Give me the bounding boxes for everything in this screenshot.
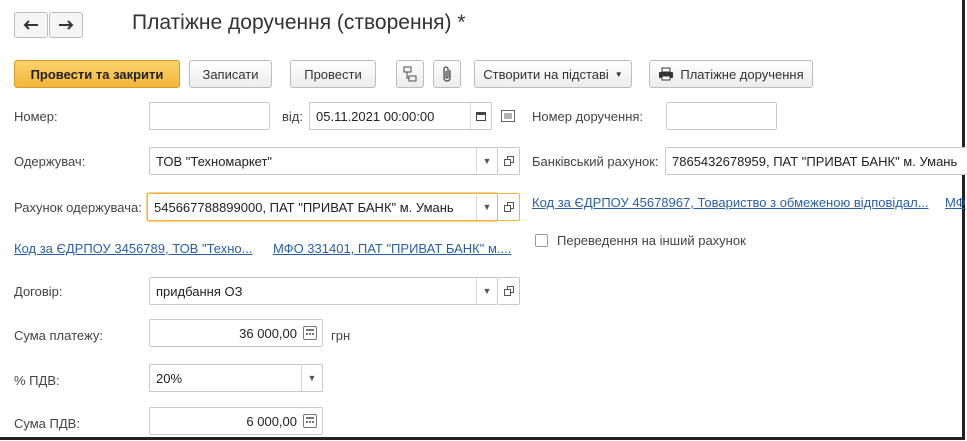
- recipient-label: Одержувач:: [14, 154, 86, 169]
- open-recipient-button[interactable]: [498, 147, 520, 175]
- open-icon: [503, 202, 514, 212]
- transfer-other-account-checkbox[interactable]: [535, 234, 548, 247]
- chevron-down-icon[interactable]: ▼: [301, 365, 322, 391]
- amount-input[interactable]: 36 000,00: [149, 319, 323, 347]
- order-number-label: Номер доручення:: [532, 109, 644, 124]
- amount-label: Сума платежу:: [14, 328, 103, 343]
- own-edrpou-link[interactable]: Код за ЄДРПОУ 45678967, Товариство з обм…: [532, 195, 929, 210]
- paperclip-icon: [443, 66, 451, 82]
- open-recipient-account-button[interactable]: [498, 193, 520, 221]
- post-and-close-button[interactable]: Провести та закрити: [14, 60, 180, 88]
- recipient-account-label: Рахунок одержувача:: [14, 200, 142, 215]
- currency-label: грн: [331, 328, 351, 343]
- recipient-input[interactable]: ТОВ "Техномаркет" ▼: [149, 147, 498, 175]
- bank-account-input[interactable]: 7865432678959, ПАТ "ПРИВАТ БАНК" м. Уман…: [665, 147, 967, 175]
- number-input[interactable]: [149, 102, 270, 130]
- vat-amount-label: Сума ПДВ:: [14, 416, 80, 431]
- recipient-mfo-link[interactable]: МФО 331401, ПАТ "ПРИВАТ БАНК" м....: [273, 241, 511, 256]
- attach-button[interactable]: [433, 60, 461, 88]
- own-mfo-link[interactable]: МФ: [945, 195, 966, 210]
- open-icon: [503, 286, 514, 296]
- chevron-down-icon: ▼: [614, 69, 623, 79]
- date-label: від:: [282, 109, 303, 124]
- structure-button[interactable]: [396, 60, 424, 88]
- transfer-other-account-label: Переведення на інший рахунок: [557, 233, 746, 248]
- vat-rate-select[interactable]: 20% ▼: [149, 364, 323, 392]
- chevron-down-icon[interactable]: ▼: [476, 148, 497, 174]
- date-input[interactable]: 05.11.2021 00:00:00: [309, 102, 492, 130]
- vat-rate-label: % ПДВ:: [14, 373, 60, 388]
- arrow-right-icon: [59, 20, 74, 30]
- arrow-left-icon: [23, 20, 38, 30]
- back-button[interactable]: [14, 12, 48, 38]
- printer-icon: [659, 67, 674, 81]
- chevron-down-icon[interactable]: ▼: [476, 194, 497, 220]
- create-based-on-label: Створити на підставі: [483, 66, 609, 82]
- print-payment-order-label: Платіжне доручення: [680, 66, 804, 82]
- calculator-icon[interactable]: [303, 414, 317, 428]
- chevron-down-icon[interactable]: ▼: [476, 278, 497, 304]
- order-number-input[interactable]: [666, 102, 777, 130]
- recipient-account-input[interactable]: 545667788899000, ПАТ "ПРИВАТ БАНК" м. Ум…: [147, 193, 498, 221]
- page-title: Платіжне доручення (створення) *: [132, 11, 466, 34]
- vat-amount-input[interactable]: 6 000,00: [149, 407, 323, 435]
- open-contract-button[interactable]: [498, 277, 520, 305]
- post-button[interactable]: Провести: [290, 60, 376, 88]
- bank-account-label: Банківський рахунок:: [532, 154, 659, 169]
- list-icon[interactable]: [501, 110, 515, 125]
- open-icon: [503, 156, 514, 166]
- recipient-edrpou-link[interactable]: Код за ЄДРПОУ 3456789, ТОВ "Техно...: [14, 241, 252, 256]
- calendar-icon[interactable]: [470, 103, 491, 129]
- calculator-icon[interactable]: [303, 326, 317, 340]
- contract-input[interactable]: придбання ОЗ ▼: [149, 277, 498, 305]
- forward-button[interactable]: [49, 12, 83, 38]
- save-button[interactable]: Записати: [189, 60, 272, 88]
- create-based-on-button[interactable]: Створити на підставі ▼: [474, 60, 632, 88]
- document-structure-icon: [403, 66, 417, 82]
- number-label: Номер:: [14, 109, 58, 124]
- contract-label: Договір:: [14, 284, 63, 299]
- print-payment-order-button[interactable]: Платіжне доручення: [649, 60, 813, 88]
